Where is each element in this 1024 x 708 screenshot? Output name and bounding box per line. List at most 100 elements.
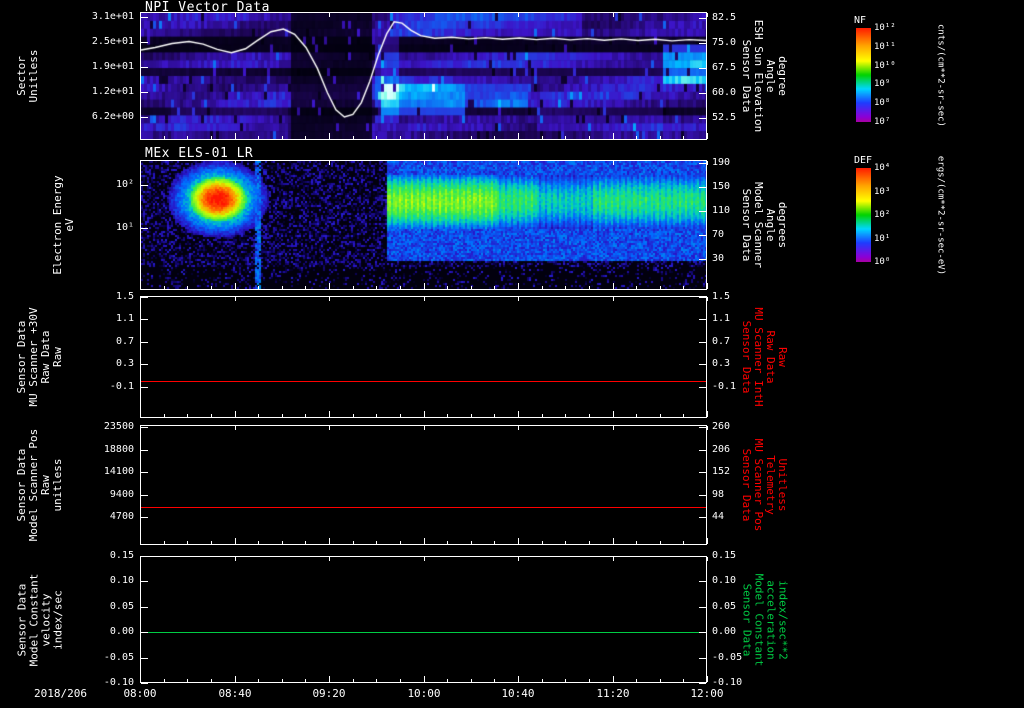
- x-tick: [707, 676, 708, 682]
- x-tick: [518, 283, 519, 289]
- x-tick: [329, 133, 330, 139]
- x-tick: [707, 538, 708, 544]
- y-tick-left: [141, 297, 148, 298]
- x-tick-top: [518, 297, 519, 301]
- x-tick: [494, 286, 495, 289]
- x-tick: [376, 136, 377, 139]
- x-tick: [447, 136, 448, 139]
- x-tick-top: [235, 161, 236, 165]
- x-tick-top: [424, 557, 425, 561]
- x-tick: [164, 414, 165, 417]
- x-tick: [235, 133, 236, 139]
- x-tick: [353, 286, 354, 289]
- plot-panel-4: [140, 425, 707, 545]
- y-tick-right: [699, 427, 706, 428]
- x-tick: [613, 676, 614, 682]
- x-tick: [353, 679, 354, 682]
- x-tick: [494, 679, 495, 682]
- x-tick: [565, 541, 566, 544]
- x-tick-label: 10:00: [407, 687, 441, 700]
- x-tick: [164, 286, 165, 289]
- x-tick: [494, 136, 495, 139]
- x-tick: [447, 679, 448, 682]
- x-tick-top: [329, 426, 330, 430]
- plot-panel-5: [140, 556, 707, 683]
- x-tick-label: 08:40: [218, 687, 252, 700]
- y-axis-title-right: degree Angle ESH Sun Elevation Sensor Da…: [740, 19, 789, 133]
- y-tick-left: [141, 185, 148, 186]
- x-tick-top: [518, 557, 519, 561]
- y-tick-left: [141, 556, 148, 557]
- x-tick: [542, 679, 543, 682]
- x-tick: [565, 136, 566, 139]
- x-tick-top: [518, 13, 519, 17]
- y-tick-left: [141, 683, 148, 684]
- y-axis-title-right: Unitless Telemetry MU Scanner Pos Sensor…: [740, 438, 789, 532]
- x-tick: [613, 133, 614, 139]
- x-tick-top: [235, 297, 236, 301]
- plot-panel-3: [140, 296, 707, 418]
- def-colorbar-canvas: [856, 168, 871, 262]
- x-tick: [613, 538, 614, 544]
- y-tick-right: [699, 259, 706, 260]
- y-tick-right: [699, 472, 706, 473]
- y-axis-title-left: Sensor Data MU Scanner +30V Raw Data Raw: [15, 307, 64, 407]
- x-tick: [589, 414, 590, 417]
- x-tick: [376, 541, 377, 544]
- y-tick-right: [699, 556, 706, 557]
- y-tick-right: [699, 68, 706, 69]
- x-tick: [353, 541, 354, 544]
- y-axis-title-left: Sector Unitless: [15, 49, 40, 103]
- x-tick: [258, 136, 259, 139]
- x-tick: [400, 414, 401, 417]
- x-tick: [164, 541, 165, 544]
- x-tick-label: 08:00: [123, 687, 157, 700]
- x-tick: [164, 679, 165, 682]
- colorbar-tick-label: 10²: [874, 210, 891, 220]
- x-tick: [447, 286, 448, 289]
- data-line: [141, 381, 706, 382]
- x-tick: [707, 133, 708, 139]
- y-tick-right: [699, 342, 706, 343]
- y-tick-right: [699, 43, 706, 44]
- x-tick: [518, 133, 519, 139]
- x-tick: [235, 411, 236, 417]
- x-tick: [636, 541, 637, 544]
- x-tick: [424, 283, 425, 289]
- colorbar-tick-label: 10⁹: [874, 79, 891, 89]
- x-tick-top: [518, 161, 519, 165]
- nf-colorbar-canvas: [856, 28, 871, 122]
- x-tick: [282, 679, 283, 682]
- x-tick: [707, 283, 708, 289]
- x-tick-top: [424, 426, 425, 430]
- x-tick-top: [707, 426, 708, 430]
- x-tick-top: [235, 557, 236, 561]
- x-tick: [660, 541, 661, 544]
- y-tick-left: [141, 67, 148, 68]
- x-tick-top: [329, 557, 330, 561]
- x-tick: [140, 411, 141, 417]
- x-tick: [400, 679, 401, 682]
- x-tick-top: [613, 161, 614, 165]
- x-tick: [683, 414, 684, 417]
- x-tick: [305, 414, 306, 417]
- x-tick: [211, 414, 212, 417]
- x-tick: [471, 414, 472, 417]
- x-tick: [494, 541, 495, 544]
- x-tick: [494, 414, 495, 417]
- x-tick-top: [613, 426, 614, 430]
- x-tick: [282, 541, 283, 544]
- y-tick-left: [141, 607, 148, 608]
- x-tick-top: [140, 426, 141, 430]
- science-plot-figure: NPI Vector Data MEx ELS-01 LR 2018/206 3…: [0, 0, 1024, 708]
- x-tick-top: [613, 13, 614, 17]
- x-tick-label: 11:20: [596, 687, 630, 700]
- x-tick: [187, 679, 188, 682]
- x-tick: [211, 679, 212, 682]
- y-axis-title-left: Sensor Data Model Scanner Pos Raw unitle…: [15, 428, 64, 542]
- x-tick: [518, 676, 519, 682]
- x-tick: [400, 286, 401, 289]
- x-tick: [683, 679, 684, 682]
- x-tick: [683, 136, 684, 139]
- x-tick: [636, 136, 637, 139]
